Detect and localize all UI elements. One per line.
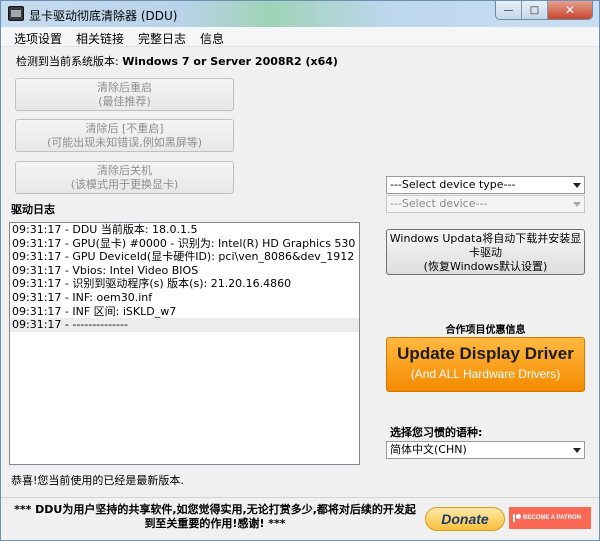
promo-title: Update Display Driver	[397, 344, 574, 363]
menu-options[interactable]: 选项设置	[14, 30, 62, 47]
language-select[interactable]: 简体中文(CHN)	[386, 441, 585, 459]
clean-restart-hint: (最佳推荐)	[98, 95, 151, 108]
device-type-select[interactable]: ---Select device type---	[386, 176, 585, 194]
device-type-value: ---Select device type---	[390, 178, 516, 191]
ddu-window: 显卡驱动彻底清除器 (DDU) — □ ✕ 选项设置 相关链接 完整日志 信息 …	[0, 0, 600, 541]
windows-update-line2: 卡驱动	[469, 246, 502, 259]
device-select[interactable]: ---Select device---	[386, 195, 585, 213]
status-message: 恭喜!您当前使用的已经是最新版本.	[11, 474, 184, 487]
window-title: 显卡驱动彻底清除器 (DDU)	[29, 9, 178, 23]
promo-subtitle: (And ALL Hardware Drivers)	[410, 367, 561, 381]
windows-update-line1: Windows Updata将自动下载并安装显	[389, 232, 582, 245]
window-controls: — □ ✕	[495, 1, 593, 20]
become-patron-button[interactable]: BECOME A PATRON	[509, 507, 591, 529]
log-line: 09:31:17 - INF: oem30.inf	[12, 290, 153, 304]
clean-shutdown-button[interactable]: 清除后关机 (该模式用于更换显卡)	[15, 161, 234, 194]
language-value: 简体中文(CHN)	[390, 443, 467, 456]
app-icon	[8, 6, 24, 21]
detected-os-label: 检测到当前系统版本:	[16, 55, 119, 68]
title-bar[interactable]: 显卡驱动彻底清除器 (DDU) — □ ✕	[1, 1, 599, 27]
windows-update-button[interactable]: Windows Updata将自动下载并安装显 卡驱动 (恢复Windows默认…	[386, 229, 585, 275]
log-line: 09:31:17 - --------------	[10, 318, 359, 332]
footer: *** DDU为用户坚持的共享软件,如您觉得实用,无论打赏多少,都将对后续的开发…	[1, 497, 599, 540]
update-display-driver-banner[interactable]: Update Display Driver (And ALL Hardware …	[386, 337, 585, 392]
log-line: 09:31:17 - 识别到驱动程序(s) 版本(s): 21.20.16.48…	[12, 277, 292, 291]
clean-shutdown-label: 清除后关机	[97, 164, 152, 177]
windows-update-line3: (恢复Windows默认设置)	[423, 260, 548, 273]
log-line: 09:31:17 - GPU(显卡) #0000 - 识别为: Intel(R)…	[12, 236, 356, 250]
patron-label: BECOME A PATRON	[523, 515, 581, 521]
detected-os-value: Windows 7 or Server 2008R2 (x64)	[122, 55, 338, 68]
clean-shutdown-hint: (该模式用于更换显卡)	[70, 178, 179, 191]
menu-info[interactable]: 信息	[200, 30, 224, 47]
donate-button[interactable]: Donate	[425, 507, 505, 531]
log-title: 驱动日志	[11, 203, 55, 216]
donate-label: Donate	[441, 511, 489, 527]
device-value: ---Select device---	[390, 197, 488, 210]
close-button[interactable]: ✕	[548, 1, 592, 19]
chevron-down-icon	[573, 183, 581, 188]
log-line: 09:31:17 - Vbios: Intel Video BIOS	[12, 263, 199, 277]
menu-full-log[interactable]: 完整日志	[138, 30, 186, 47]
menu-links[interactable]: 相关链接	[76, 30, 124, 47]
language-label: 选择您习惯的语种:	[390, 426, 483, 439]
footer-message: *** DDU为用户坚持的共享软件,如您觉得实用,无论打赏多少,都将对后续的开发…	[14, 503, 416, 530]
log-list[interactable]: 09:31:17 - DDU 当前版本: 18.0.1.5 09:31:17 -…	[9, 222, 360, 465]
partner-label: 合作项目优惠信息	[445, 325, 526, 336]
minimize-button[interactable]: —	[496, 1, 522, 19]
patreon-icon	[513, 514, 521, 522]
clean-restart-button[interactable]: 清除后重启 (最佳推荐)	[15, 78, 234, 111]
log-line: 09:31:17 - DDU 当前版本: 18.0.1.5	[12, 223, 198, 236]
menu-bar: 选项设置 相关链接 完整日志 信息	[1, 27, 599, 47]
clean-restart-label: 清除后重启	[97, 81, 152, 94]
clean-no-restart-button[interactable]: 清除后 [不重启] (可能出现未知错误,例如黑屏等)	[15, 119, 234, 152]
chevron-down-icon	[573, 448, 581, 453]
clean-no-restart-label: 清除后 [不重启]	[85, 122, 164, 135]
log-line: 09:31:17 - GPU DeviceId(显卡硬件ID): pci\ven…	[12, 250, 355, 264]
detected-os: 检测到当前系统版本: Windows 7 or Server 2008R2 (x…	[16, 53, 338, 69]
maximize-button[interactable]: □	[522, 1, 548, 19]
clean-no-restart-hint: (可能出现未知错误,例如黑屏等)	[46, 136, 203, 149]
log-line: 09:31:17 - INF 区间: iSKLD_w7	[12, 304, 177, 318]
chevron-down-icon	[573, 202, 581, 207]
